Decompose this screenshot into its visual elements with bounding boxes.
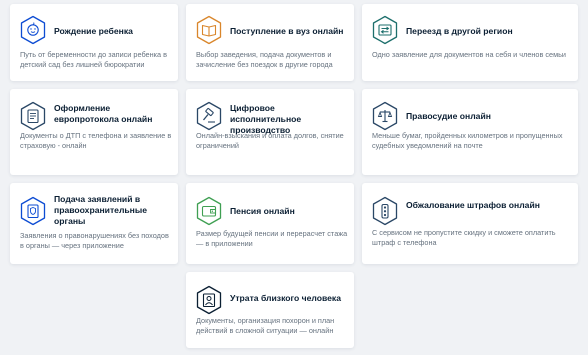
wallet-icon: [196, 196, 222, 226]
card-title: Оформление европротокола онлайн: [54, 103, 153, 124]
card-title: Обжалование штрафов онлайн: [406, 200, 540, 210]
gavel-icon: [196, 101, 222, 131]
card-title: Подача заявлений в правоохранительные ор…: [54, 194, 147, 226]
book-icon: [196, 15, 222, 45]
card-description: Онлайн-взыскания и оплата долгов, снятие…: [196, 131, 344, 151]
card-description: Меньше бумаг, пройденных километров и пр…: [372, 131, 563, 151]
baby-icon: [20, 15, 46, 45]
traffic-light-icon: [372, 196, 398, 226]
card-description: Выбор заведения, подача документов и зач…: [196, 50, 333, 70]
card-title: Утрата близкого человека: [230, 293, 342, 303]
protocol-icon: [20, 101, 46, 131]
service-card-university[interactable]: Поступление в вуз онлайн Выбор заведения…: [186, 4, 354, 81]
card-description: Документы о ДТП с телефона и заявление в…: [20, 131, 172, 151]
service-card-law-enforcement[interactable]: Подача заявлений в правоохранительные ор…: [10, 183, 178, 264]
card-description: Размер будущей пенсии и перерасчет стажа…: [196, 229, 348, 249]
card-title: Поступление в вуз онлайн: [230, 26, 344, 36]
service-card-bereavement[interactable]: Утрата близкого человека Документы, орга…: [186, 272, 354, 348]
scales-icon: [372, 101, 398, 131]
service-card-pension[interactable]: Пенсия онлайн Размер будущей пенсии и пе…: [186, 183, 354, 264]
card-description: Путь от беременности до записи ребенка в…: [20, 50, 167, 70]
portrait-icon: [196, 285, 222, 315]
card-description: Заявления о правонарушениях без походов …: [20, 231, 169, 251]
relocation-icon: [372, 15, 398, 45]
card-description: Одно заявление для документов на себя и …: [372, 50, 566, 59]
service-card-europrotocol[interactable]: Оформление европротокола онлайн Документ…: [10, 89, 178, 175]
card-title: Рождение ребенка: [54, 26, 133, 36]
service-card-justice[interactable]: Правосудие онлайн Меньше бумаг, пройденн…: [362, 89, 578, 175]
card-title: Правосудие онлайн: [406, 111, 491, 121]
card-description: Документы, организация похорон и план де…: [196, 316, 335, 336]
service-card-birth[interactable]: Рождение ребенка Путь от беременности до…: [10, 4, 178, 81]
service-card-fines[interactable]: Обжалование штрафов онлайн С сервисом не…: [362, 183, 578, 264]
service-card-enforcement[interactable]: Цифровое исполнительное производство Онл…: [186, 89, 354, 175]
card-title: Пенсия онлайн: [230, 206, 295, 216]
card-title: Переезд в другой регион: [406, 26, 513, 36]
service-card-relocation[interactable]: Переезд в другой регион Одно заявление д…: [362, 4, 578, 81]
badge-icon: [20, 196, 46, 226]
card-description: С сервисом не пропустите скидку и сможет…: [372, 228, 556, 248]
